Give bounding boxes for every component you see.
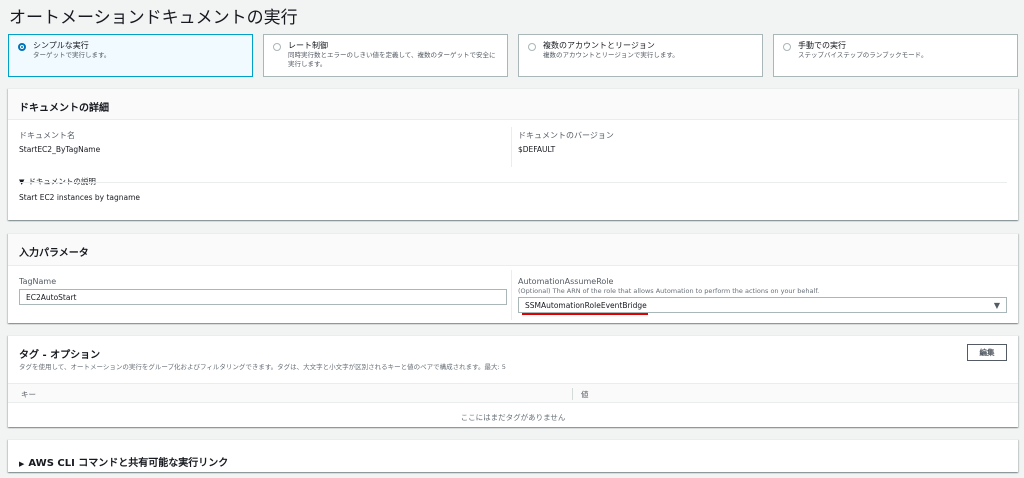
automation-role-select[interactable]: SSMAutomationRoleEventBridge ▼ [518, 297, 1007, 313]
divider [19, 182, 1007, 183]
option-multi-account-region[interactable]: 複数のアカウントとリージョン 複数のアカウントとリージョンで実行します。 [518, 34, 763, 77]
document-description-value: Start EC2 instances by tagname [19, 193, 141, 202]
option-title: レート制御 [288, 41, 328, 50]
column-header-key[interactable]: キー [21, 389, 36, 400]
option-description: ターゲットで実行します。 [33, 51, 111, 59]
radio-unselected-icon[interactable] [783, 43, 791, 51]
option-manual-execution[interactable]: 手動での実行 ステップバイステップのランブックモード。 [773, 34, 1018, 77]
panel-header: ドキュメントの詳細 [8, 89, 1018, 120]
tags-table-header: キー 値 [8, 383, 1018, 403]
automation-role-selected-value: SSMAutomationRoleEventBridge [525, 301, 647, 310]
description-toggle[interactable]: ▼ドキュメントの説明 [19, 169, 96, 188]
document-version-label: ドキュメントのバージョン [518, 131, 614, 140]
panel-title: ドキュメントの詳細 [19, 103, 109, 114]
column-divider [511, 270, 512, 320]
option-title: 複数のアカウントとリージョン [543, 41, 655, 50]
panel-header: 入力パラメータ [8, 234, 1018, 266]
execution-mode-options: シンプルな実行 ターゲットで実行します。 レート制御 同時実行数とエラーのしきい… [8, 34, 1018, 77]
tagname-input[interactable] [19, 289, 507, 305]
document-name-value: StartEC2_ByTagName [19, 145, 101, 154]
option-description: 複数のアカウントとリージョンで実行します。 [543, 51, 679, 59]
automation-role-hint: (Optional) The ARN of the role that allo… [518, 287, 820, 295]
column-separator [572, 388, 573, 400]
option-title: シンプルな実行 [33, 41, 89, 50]
option-title: 手動での実行 [798, 41, 846, 50]
document-details-panel: ドキュメントの詳細 ドキュメント名 StartEC2_ByTagName ドキュ… [8, 88, 1018, 220]
tagname-label: TagName [19, 277, 57, 286]
dropdown-caret-icon: ▼ [993, 301, 1000, 310]
tags-description: タグを使用して、オートメーションの実行をグループ化およびフィルタリングできます。… [19, 363, 506, 371]
option-description: 同時実行数とエラーのしきい値を定義して、複数のターゲットで安全に実行します。 [288, 51, 496, 68]
input-parameters-panel: 入力パラメータ TagName AutomationAssumeRole (Op… [8, 233, 1018, 323]
option-rate-control[interactable]: レート制御 同時実行数とエラーのしきい値を定義して、複数のターゲットで安全に実行… [263, 34, 508, 77]
panel-title: AWS CLI コマンドと共有可能な実行リンク [28, 458, 229, 469]
tags-empty-message: ここにはまだタグがありません [460, 413, 566, 422]
highlight-underline [522, 313, 648, 315]
aws-cli-panel: ▶ AWS CLI コマンドと共有可能な実行リンク [8, 439, 1018, 472]
option-description: ステップバイステップのランブックモード。 [798, 51, 928, 59]
column-divider [511, 127, 512, 167]
radio-unselected-icon[interactable] [528, 43, 536, 51]
edit-tags-button[interactable]: 編集 [967, 344, 1007, 361]
document-version-value: $DEFAULT [518, 145, 556, 154]
document-name-label: ドキュメント名 [19, 131, 75, 140]
panel-title: 入力パラメータ [19, 248, 89, 259]
page-title: オートメーションドキュメントの実行 [9, 8, 298, 28]
radio-selected-icon[interactable] [18, 43, 26, 51]
aws-cli-toggle[interactable]: ▶ AWS CLI コマンドと共有可能な実行リンク [19, 451, 228, 470]
column-header-value[interactable]: 値 [581, 389, 589, 400]
caret-right-icon: ▶ [19, 460, 25, 468]
panel-title: タグ - オプション [19, 350, 101, 361]
automation-role-label: AutomationAssumeRole [518, 277, 614, 286]
option-simple-execution[interactable]: シンプルな実行 ターゲットで実行します。 [8, 34, 253, 77]
radio-unselected-icon[interactable] [273, 43, 281, 51]
tags-panel: タグ - オプション タグを使用して、オートメーションの実行をグループ化およびフ… [8, 335, 1018, 427]
